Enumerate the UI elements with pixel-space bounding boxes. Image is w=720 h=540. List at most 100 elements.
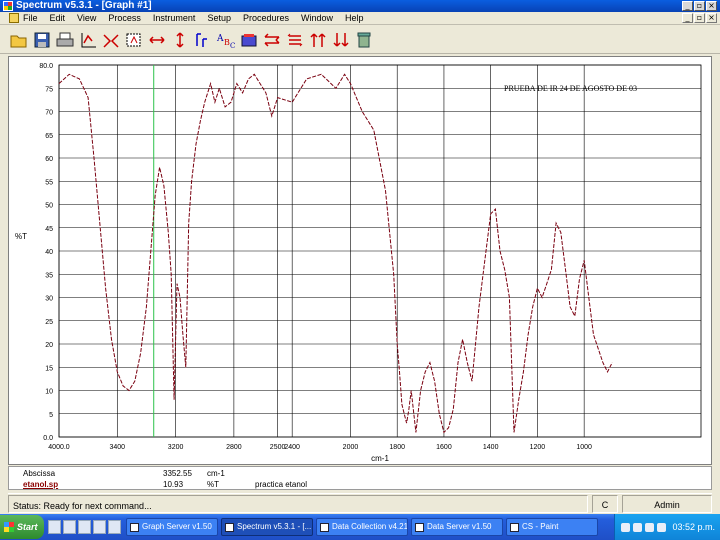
recycle-icon[interactable]: [353, 29, 374, 51]
x-tick-label: 1600: [436, 444, 452, 451]
x-tick-label: 3200: [168, 444, 184, 451]
menu-file[interactable]: File: [23, 12, 38, 25]
status-bar: Status: Ready for next command... C Admi…: [8, 493, 712, 513]
open-folder-icon[interactable]: [8, 29, 29, 51]
x-tick-label: 2000: [343, 444, 359, 451]
quicklaunch-excel-icon[interactable]: [93, 520, 106, 534]
select-region-icon[interactable]: [123, 29, 144, 51]
task-label: Spectrum v5.3.1 - [...: [237, 522, 312, 531]
start-label: Start: [17, 522, 38, 532]
peak-table-row-abscissa[interactable]: Abscissa 3352.55 cm-1: [9, 468, 711, 479]
offset-down-icon[interactable]: [330, 29, 351, 51]
shift-h-icon[interactable]: [261, 29, 282, 51]
tray-status-icon[interactable]: [657, 522, 667, 532]
x-tick-label: 4000.0: [48, 444, 70, 451]
y-tick-label: 15: [45, 365, 53, 372]
x-tick-label: 2500: [270, 444, 286, 451]
x-axis-label: cm-1: [371, 454, 389, 463]
menu-process[interactable]: Process: [108, 12, 141, 25]
abex-icon[interactable]: [100, 29, 121, 51]
task-data-collection[interactable]: Data Collection v4.21: [316, 518, 408, 536]
tray-network-icon[interactable]: [621, 522, 631, 532]
window-icon: [130, 522, 139, 532]
spectrum-app-window: Spectrum v5.3.1 - [Graph #1] _ ▫ × File …: [0, 0, 720, 540]
y-tick-label: 65: [45, 133, 53, 140]
x-tick-label: 3400: [110, 444, 126, 451]
peak-table-row-sample[interactable]: etanol.sp 10.93 %T practica etanol: [9, 479, 711, 490]
menu-view[interactable]: View: [77, 12, 96, 25]
expand-x-icon[interactable]: [146, 29, 167, 51]
quicklaunch-desktop-icon[interactable]: [48, 520, 61, 534]
tray-clock: 03:52 p.m.: [672, 522, 715, 532]
menu-edit[interactable]: Edit: [50, 12, 66, 25]
menu-window[interactable]: Window: [301, 12, 333, 25]
window-icon: [415, 522, 424, 532]
task-label: Data Server v1.50: [427, 522, 492, 531]
menu-help[interactable]: Help: [345, 12, 364, 25]
toolbar: ABC: [0, 26, 720, 54]
expand-y-icon[interactable]: [169, 29, 190, 51]
text-label-icon[interactable]: ABC: [215, 29, 236, 51]
title-bar[interactable]: Spectrum v5.3.1 - [Graph #1] _ ▫ ×: [0, 0, 720, 12]
print-icon[interactable]: [54, 29, 75, 51]
menu-setup[interactable]: Setup: [207, 12, 231, 25]
spectrum-graph[interactable]: 80.0 75 70 65 60 55 50 45 40 35 30 25 20 15 10 5 0.0 4000…: [8, 56, 712, 465]
window-icon: [320, 522, 329, 532]
save-disk-icon[interactable]: [31, 29, 52, 51]
sample-file-link[interactable]: etanol.sp: [23, 479, 58, 490]
status-user: Admin: [622, 494, 712, 513]
offset-up-icon[interactable]: [307, 29, 328, 51]
y-tick-label: 45: [45, 226, 53, 233]
shift-v-icon[interactable]: [284, 29, 305, 51]
peak-row-name: Abscissa: [23, 469, 56, 478]
y-axis-label: %T: [15, 232, 27, 241]
mdi-restore-button[interactable]: ▫: [694, 13, 705, 23]
peak-row-note: practica etanol: [255, 480, 308, 489]
tray-security-icon[interactable]: [645, 522, 655, 532]
close-button[interactable]: ×: [706, 1, 717, 11]
minimize-button[interactable]: _: [682, 1, 693, 11]
task-graph-server[interactable]: Graph Server v1.50: [126, 518, 218, 536]
y-tick-label: 5: [49, 412, 53, 419]
x-tick-label: 1800: [389, 444, 405, 451]
y-tick-label: 60: [45, 156, 53, 163]
system-tray: 03:52 p.m.: [614, 514, 720, 540]
menu-instrument[interactable]: Instrument: [153, 12, 196, 25]
task-paint[interactable]: CS - Paint: [506, 518, 598, 536]
spectrum-app-icon[interactable]: [3, 1, 13, 11]
mdi-minimize-button[interactable]: _: [682, 13, 693, 23]
x-tick-label: 2400: [284, 444, 300, 451]
x-tick-label: 1000: [576, 444, 592, 451]
y-tick-label: 80.0: [39, 63, 53, 70]
y-tick-label: 75: [45, 86, 53, 93]
svg-text:C: C: [230, 42, 235, 49]
scale-xy-icon[interactable]: [77, 29, 98, 51]
peak-row-unit: %T: [207, 480, 219, 489]
task-spectrum[interactable]: Spectrum v5.3.1 - [...: [221, 518, 313, 536]
task-label: Data Collection v4.21: [332, 522, 408, 531]
start-button[interactable]: Start: [0, 515, 44, 539]
y-tick-label: 50: [45, 203, 53, 210]
spectrum-annotation: PRUEBA DE IR 24 DE AGOSTO DE 03: [504, 84, 637, 93]
task-data-server[interactable]: Data Server v1.50: [411, 518, 503, 536]
task-label: Graph Server v1.50: [142, 522, 212, 531]
maximize-button[interactable]: ▫: [694, 1, 705, 11]
x-tick-label: 2800: [226, 444, 242, 451]
mdi-close-button[interactable]: ×: [706, 13, 717, 23]
peak-label-icon[interactable]: [192, 29, 213, 51]
menu-bar: File Edit View Process Instrument Setup …: [0, 12, 720, 25]
tray-volume-icon[interactable]: [633, 522, 643, 532]
taskbar: Start Graph Server v1.50 Spectrum v5.3.1…: [0, 514, 720, 540]
menu-procedures[interactable]: Procedures: [243, 12, 289, 25]
spectrum-chart[interactable]: 80.0 75 70 65 60 55 50 45 40 35 30 25 20 15 10 5 0.0 4000…: [9, 57, 711, 464]
window-title: Spectrum v5.3.1 - [Graph #1]: [16, 0, 152, 11]
y-tick-label: 30: [45, 296, 53, 303]
library-icon[interactable]: [238, 29, 259, 51]
quicklaunch-browser-icon[interactable]: [63, 520, 76, 534]
x-tick-label: 1400: [483, 444, 499, 451]
document-icon[interactable]: [9, 13, 19, 23]
quicklaunch-word-icon[interactable]: [78, 520, 91, 534]
y-tick-label: 40: [45, 249, 53, 256]
quicklaunch-media-icon[interactable]: [108, 520, 121, 534]
status-text: Status: Ready for next command...: [8, 494, 588, 513]
